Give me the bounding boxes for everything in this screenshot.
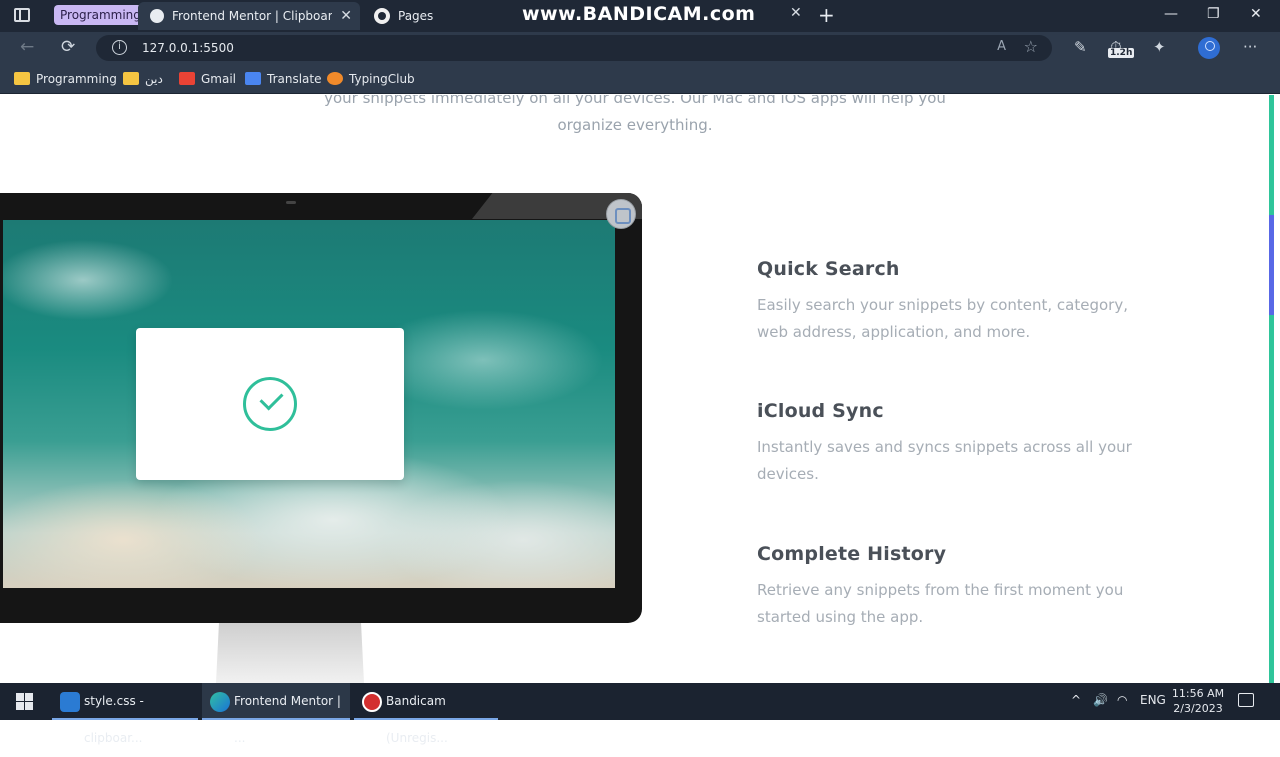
address-url[interactable]: 127.0.0.1:5500 (142, 35, 234, 61)
intro-line: organize everything. (557, 116, 713, 134)
feature-text: Instantly saves and syncs snippets acros… (757, 438, 1132, 483)
address-bar[interactable]: i 127.0.0.1:5500 A ☆ (96, 35, 1052, 61)
check-circle-icon (243, 377, 297, 431)
bookmark-gmail[interactable]: Gmail (179, 71, 236, 87)
info-icon[interactable]: i (112, 40, 127, 55)
success-dialog (136, 328, 404, 480)
vscode-icon (60, 692, 80, 712)
bookmark-label: Translate (267, 72, 322, 86)
notifications-icon[interactable] (1238, 693, 1254, 707)
feature-title: Quick Search (757, 258, 900, 280)
feature-complete-history: Complete History Retrieve any snippets f… (757, 543, 1177, 631)
feature-title: iCloud Sync (757, 400, 884, 422)
translate-icon (245, 72, 261, 85)
clock-date: 2/3/2023 (1173, 702, 1223, 715)
tab-group-chip[interactable]: Programming (54, 5, 147, 25)
taskbar-vscode[interactable]: style.css - clipboar... (52, 683, 198, 745)
workspaces-icon[interactable] (14, 8, 30, 22)
close-icon[interactable]: ✕ (340, 2, 352, 30)
new-tab-button[interactable]: + (818, 3, 835, 27)
tab-frontend-mentor[interactable]: Frontend Mentor | Clipboard landing page… (138, 2, 360, 30)
window-close-icon[interactable]: ✕ (1250, 6, 1262, 22)
chevron-up-icon[interactable]: ^ (1071, 693, 1081, 707)
feature-text: Easily search your snippets by content, … (757, 296, 1128, 341)
taskbar-edge[interactable]: Frontend Mentor | ... (202, 683, 350, 745)
github-icon (374, 8, 390, 24)
taskbar-bandicam[interactable]: Bandicam (Unregis... (354, 683, 498, 745)
read-aloud-icon[interactable]: A (997, 39, 1006, 54)
bookmark-typingclub[interactable]: TypingClub (327, 71, 415, 87)
extension-badge: 1.2h (1108, 48, 1135, 58)
back-icon[interactable]: ← (20, 37, 34, 57)
feature-title: Complete History (757, 543, 947, 565)
camera-dot (286, 201, 296, 204)
feature-quick-search: Quick Search Easily search your snippets… (757, 258, 1177, 346)
wifi-icon[interactable]: ◠ (1117, 693, 1127, 707)
tab-title: Frontend Mentor | Clipboard landing page (172, 9, 332, 23)
language-indicator[interactable]: ENG (1140, 693, 1166, 707)
volume-icon[interactable]: 🔊 (1093, 693, 1108, 707)
feature-text: Retrieve any snippets from the first mom… (757, 581, 1124, 626)
intro-text: your snippets immediately on all your de… (290, 95, 980, 139)
windows-taskbar: style.css - clipboar... Frontend Mentor … (0, 683, 1280, 745)
more-menu-icon[interactable]: ··· (1243, 38, 1257, 56)
scrollbar[interactable] (1268, 95, 1280, 683)
clock-time: 11:56 AM (1171, 687, 1225, 700)
globe-icon (150, 9, 164, 23)
favorite-star-icon[interactable]: ☆ (1024, 37, 1038, 56)
windows-start-icon[interactable] (16, 693, 33, 710)
refresh-icon[interactable]: ⟳ (61, 37, 75, 57)
edge-icon (210, 692, 230, 712)
minimize-icon[interactable]: — (1164, 6, 1178, 22)
bandicam-watermark: www.BANDICAM.com (522, 3, 756, 25)
monitor-screen (3, 220, 615, 588)
bookmark-label: دین (145, 72, 163, 86)
typingclub-icon (327, 72, 343, 85)
visual-search-icon[interactable] (606, 199, 636, 229)
extension-pen-icon[interactable]: ✎ (1074, 38, 1087, 56)
monitor-illustration (0, 193, 642, 623)
bookmark-translate[interactable]: Translate (245, 71, 322, 87)
folder-icon (123, 72, 139, 85)
bookmarks-bar: Programming دین Gmail Translate TypingCl… (0, 64, 1280, 94)
monitor-stand (216, 623, 364, 683)
restore-icon[interactable]: ❐ (1207, 6, 1220, 22)
profile-avatar[interactable] (1198, 37, 1220, 59)
gmail-icon (179, 72, 195, 85)
intro-line: your snippets immediately on all your de… (324, 95, 946, 107)
system-clock[interactable]: 11:56 AM 2/3/2023 (1170, 686, 1226, 716)
bandicam-record-icon (362, 692, 382, 712)
web-page: your snippets immediately on all your de… (0, 95, 1268, 683)
bookmark-label: Programming (36, 72, 117, 86)
browser-toolbar: ← ⟳ i 127.0.0.1:5500 A ☆ ✎ ⏱ ✦ ··· (0, 32, 1280, 64)
bookmark-programming[interactable]: Programming (14, 71, 117, 87)
bookmark-label: TypingClub (349, 72, 415, 86)
bookmark-label: Gmail (201, 72, 237, 86)
feature-icloud-sync: iCloud Sync Instantly saves and syncs sn… (757, 400, 1177, 488)
bookmark-din[interactable]: دین (123, 71, 163, 87)
tab-pages[interactable]: Pages (372, 2, 542, 30)
extensions-icon[interactable]: ✦ (1153, 38, 1166, 56)
folder-icon (14, 72, 30, 85)
tab-bar: Programming Frontend Mentor | Clipboard … (0, 0, 1280, 32)
close-icon[interactable]: ✕ (790, 5, 802, 21)
tab-title: Pages (398, 9, 434, 23)
